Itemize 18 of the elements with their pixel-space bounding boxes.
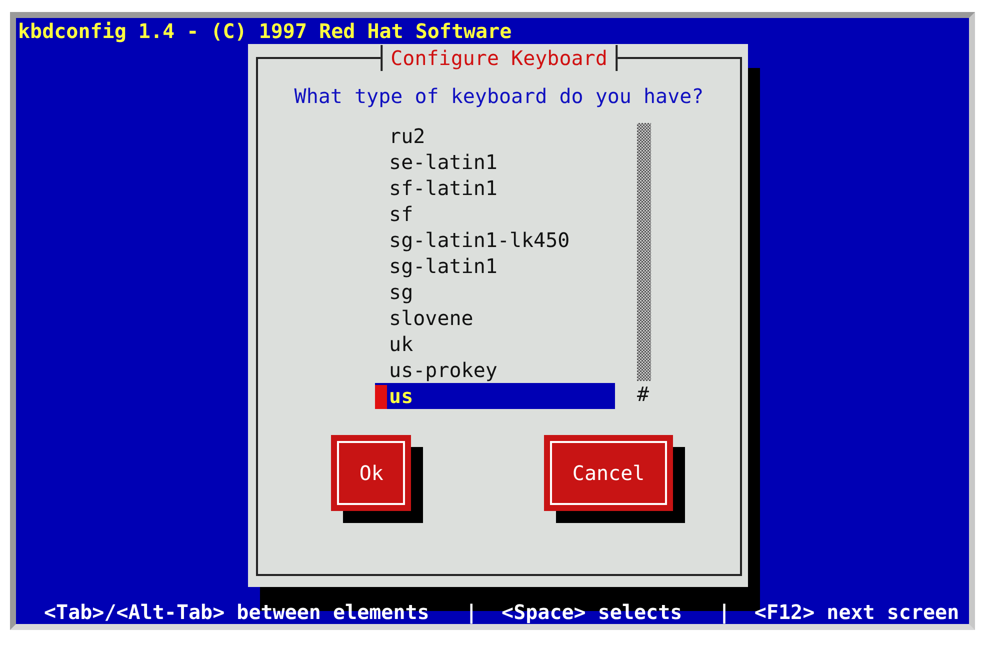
list-item[interactable]: sg: [375, 279, 615, 305]
list-item[interactable]: sf-latin1: [375, 175, 615, 201]
list-item[interactable]: slovene: [375, 305, 615, 331]
screen-title: kbdconfig 1.4 - (C) 1997 Red Hat Software: [17, 18, 513, 44]
list-item[interactable]: us-prokey: [375, 357, 615, 383]
list-item[interactable]: sf: [375, 201, 615, 227]
scroll-thumb[interactable]: #: [637, 381, 651, 407]
prompt-text: What type of keyboard do you have?: [294, 83, 704, 109]
dialog-button[interactable]: Ok: [331, 435, 412, 511]
list-item[interactable]: uk: [375, 331, 615, 357]
cursor-block: [375, 385, 387, 409]
list-item[interactable]: se-latin1: [375, 149, 615, 175]
list-item[interactable]: ru2: [375, 123, 615, 149]
list-item[interactable]: sg-latin1: [375, 253, 615, 279]
list-item[interactable]: us: [375, 383, 615, 409]
dialog-button[interactable]: Cancel: [544, 435, 673, 511]
dialog-title: Configure Keyboard: [380, 45, 618, 71]
list-item[interactable]: sg-latin1-lk450: [375, 227, 615, 253]
